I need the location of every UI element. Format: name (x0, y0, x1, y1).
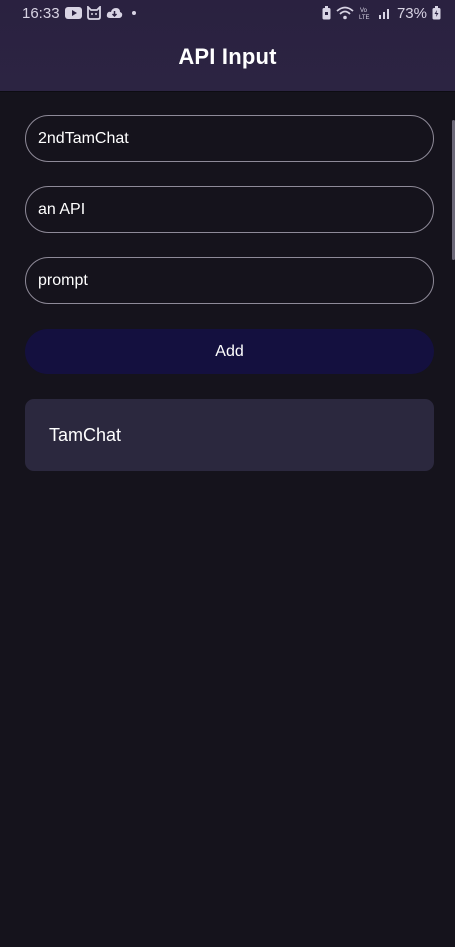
volte-icon: Vo LTE (359, 6, 373, 20)
name-input[interactable] (25, 115, 434, 162)
status-bar-right: Vo LTE 73% (322, 5, 441, 22)
api-form: Add TamChat (25, 115, 434, 471)
status-bar-left: 16:33 (22, 5, 136, 22)
dot-icon (131, 11, 136, 15)
svg-text:LTE: LTE (359, 15, 370, 20)
svg-text:Vo: Vo (360, 8, 368, 14)
status-bar: 16:33 Vo LTE 73% (0, 0, 455, 26)
signal-icon (378, 6, 392, 20)
page-title: API Input (178, 44, 277, 69)
wifi-icon (336, 6, 354, 20)
add-button[interactable]: Add (25, 329, 434, 374)
battery-saver-icon (322, 6, 331, 20)
status-time: 16:33 (22, 4, 60, 22)
battery-icon (432, 6, 441, 20)
youtube-icon (64, 7, 82, 19)
list-item-label: TamChat (49, 424, 122, 445)
cloud-icon (106, 7, 123, 19)
app-header: 16:33 Vo LTE 73% API Input (0, 0, 455, 92)
list-item[interactable]: TamChat (25, 399, 434, 471)
api-input[interactable] (25, 186, 434, 233)
battery-percent: 73% (396, 4, 427, 22)
app-screen: 16:33 Vo LTE 73% API Input 2ndTamChat an… (0, 0, 455, 947)
cat-icon (86, 6, 101, 20)
prompt-input[interactable] (25, 257, 434, 304)
